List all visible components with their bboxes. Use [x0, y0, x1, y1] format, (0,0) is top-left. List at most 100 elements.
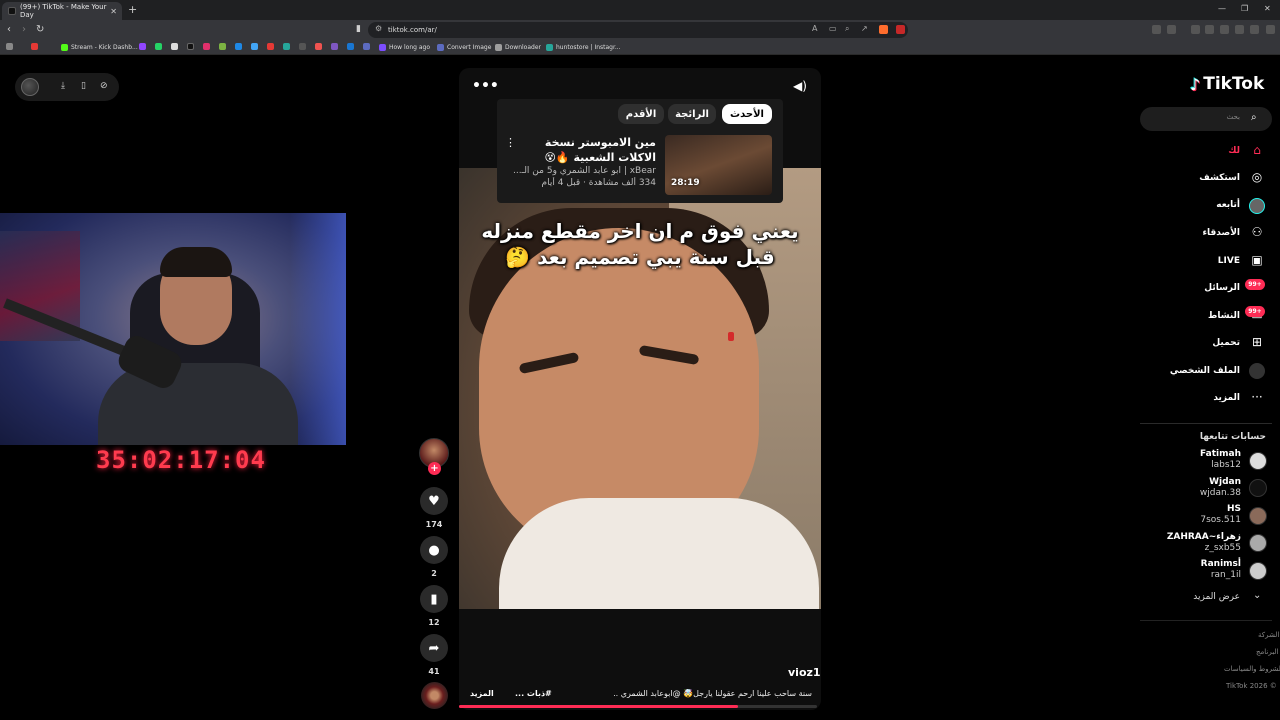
share-button[interactable]: ➦ [420, 634, 448, 662]
nav-for-you[interactable]: لك [1160, 146, 1240, 156]
nav-activity[interactable]: النشاط [1160, 311, 1240, 321]
home-icon[interactable]: ⌂ [1249, 143, 1265, 159]
browser-tab[interactable]: (99+) TikTok - Make Your Day ✕ [2, 2, 122, 20]
search-icon[interactable]: ⌕ [1251, 112, 1257, 123]
bookmark-icon[interactable] [347, 43, 354, 50]
translate-icon[interactable]: A [812, 24, 817, 33]
menu-icon[interactable] [1266, 25, 1275, 34]
chevron-down-icon[interactable]: ⌄ [1253, 590, 1261, 601]
tiktok-icon[interactable] [187, 43, 194, 50]
sidebar-toggle-icon[interactable] [1205, 25, 1214, 34]
nav-more[interactable]: المزيد [1160, 393, 1240, 403]
instagram-icon[interactable] [203, 43, 210, 50]
twitch-icon[interactable] [139, 43, 146, 50]
reload-icon[interactable]: ↻ [36, 24, 44, 35]
avatar[interactable] [1249, 479, 1267, 497]
bookmark-icon[interactable] [31, 43, 38, 50]
footer-link-company[interactable]: الشركة [1258, 631, 1280, 639]
account-name[interactable]: Fatimah [1151, 449, 1241, 459]
comment-button[interactable]: ● [420, 536, 448, 564]
volume-icon[interactable]: ◀) [793, 79, 807, 93]
share-icon[interactable]: ↗ [861, 24, 868, 33]
bookmark-downloader[interactable]: Downloader [495, 42, 541, 53]
nav-messages[interactable]: الرسائل [1160, 283, 1240, 293]
extension-icon[interactable] [1152, 25, 1161, 34]
bookmark-icon[interactable] [283, 43, 290, 50]
tab-oldest[interactable]: الأقدم [618, 104, 664, 124]
bookmark-icon[interactable] [315, 43, 322, 50]
media-icon[interactable] [1191, 25, 1200, 34]
music-disc-icon[interactable] [421, 682, 448, 709]
account-name[interactable]: Ranimsأ [1151, 559, 1241, 569]
live-icon[interactable]: ▣ [1249, 253, 1265, 269]
github-icon[interactable] [299, 43, 306, 50]
maximize-icon[interactable]: ❐ [1241, 4, 1248, 13]
tab-latest[interactable]: الأحدث [722, 104, 772, 124]
bookmark-icon[interactable] [363, 43, 370, 50]
compass-icon[interactable]: ⊘ [100, 81, 108, 91]
nav-friends[interactable]: الأصدقاء [1160, 228, 1240, 238]
bookmark-icon[interactable] [219, 43, 226, 50]
whatsapp-icon[interactable] [155, 43, 162, 50]
bookmark-icon[interactable] [267, 43, 274, 50]
bookmark-kick[interactable]: Stream - Kick Dashb... [61, 42, 138, 53]
account-name[interactable]: ZAHRAA~زهراء [1151, 532, 1241, 542]
tools-avatar[interactable] [21, 78, 39, 96]
bookmark-how-long-ago[interactable]: How long ago [379, 42, 430, 53]
avatar[interactable] [1249, 562, 1267, 580]
extension-icon[interactable] [1167, 25, 1176, 34]
avatar[interactable] [1249, 507, 1267, 525]
brave-shield-icon[interactable] [879, 25, 888, 34]
nav-explore[interactable]: استكشف [1160, 173, 1240, 183]
following-icon[interactable] [1249, 198, 1265, 214]
forward-icon[interactable]: › [22, 24, 26, 35]
follow-plus-icon[interactable]: + [428, 462, 441, 475]
account-name[interactable]: Wjdan [1151, 477, 1241, 487]
phone-icon[interactable]: ▯ [81, 81, 86, 91]
apps-icon[interactable] [6, 43, 13, 50]
zoom-icon[interactable]: ⌕ [845, 24, 849, 34]
avatar[interactable] [1249, 452, 1267, 470]
download-icon[interactable]: ⤓ [61, 81, 65, 91]
hashtag-link[interactable]: #ذبات ... [515, 689, 552, 698]
kebab-menu-icon[interactable]: ⋮ [505, 136, 516, 149]
related-video-title[interactable]: مين الامبوستر نسخة الاكلات الشعبية 🔥😵 [512, 135, 656, 165]
footer-link-terms[interactable]: الشروط والسياسات [1224, 665, 1280, 673]
back-icon[interactable]: ‹ [7, 24, 11, 35]
wallet-icon[interactable] [1220, 25, 1229, 34]
profile-icon[interactable] [1249, 363, 1265, 379]
bookmark-icon[interactable] [251, 43, 258, 50]
more-options-icon[interactable]: ••• [472, 78, 499, 94]
tab-close-icon[interactable]: ✕ [110, 7, 117, 16]
vpn-icon[interactable] [1250, 25, 1259, 34]
avatar[interactable] [1249, 534, 1267, 552]
footer-link-program[interactable]: البرنامج [1256, 648, 1280, 656]
bookmark-convert-image[interactable]: Convert Image [437, 42, 491, 53]
cast-icon[interactable]: ▭ [829, 24, 837, 33]
bookmark-huntostore[interactable]: huntostore | Instagr... [546, 42, 621, 53]
brave-rewards-icon[interactable] [896, 25, 905, 34]
see-more-button[interactable]: عرض المزيد [1160, 592, 1240, 602]
bookmark-icon[interactable]: ▮ [356, 24, 361, 34]
video-author[interactable]: vioz1 [788, 666, 821, 679]
minimize-icon[interactable]: — [1218, 4, 1226, 13]
window-close-icon[interactable]: ✕ [1264, 4, 1271, 13]
tab-trending[interactable]: الرائجة [668, 104, 716, 124]
x-icon[interactable] [171, 43, 178, 50]
nav-upload[interactable]: تحميل [1160, 338, 1240, 348]
nav-profile[interactable]: الملف الشخصي [1160, 366, 1240, 376]
address-bar[interactable]: tiktok.com/ar/ [368, 22, 908, 38]
new-tab-button[interactable]: + [128, 3, 137, 16]
video-progress-bar[interactable] [459, 705, 817, 708]
nav-live[interactable]: LIVE [1160, 256, 1240, 266]
account-name[interactable]: HS [1151, 504, 1241, 514]
bookmark-icon[interactable] [235, 43, 242, 50]
site-info-icon[interactable]: ⚙ [375, 24, 382, 33]
bookmark-icon[interactable] [331, 43, 338, 50]
compass-icon[interactable]: ◎ [1249, 170, 1265, 186]
friends-icon[interactable]: ⚇ [1249, 225, 1265, 241]
upload-icon[interactable]: ⊞ [1249, 335, 1265, 351]
leo-icon[interactable] [1235, 25, 1244, 34]
see-more-link[interactable]: المزيد [470, 689, 494, 698]
tiktok-logo[interactable]: ♪ TikTok [1190, 74, 1264, 94]
